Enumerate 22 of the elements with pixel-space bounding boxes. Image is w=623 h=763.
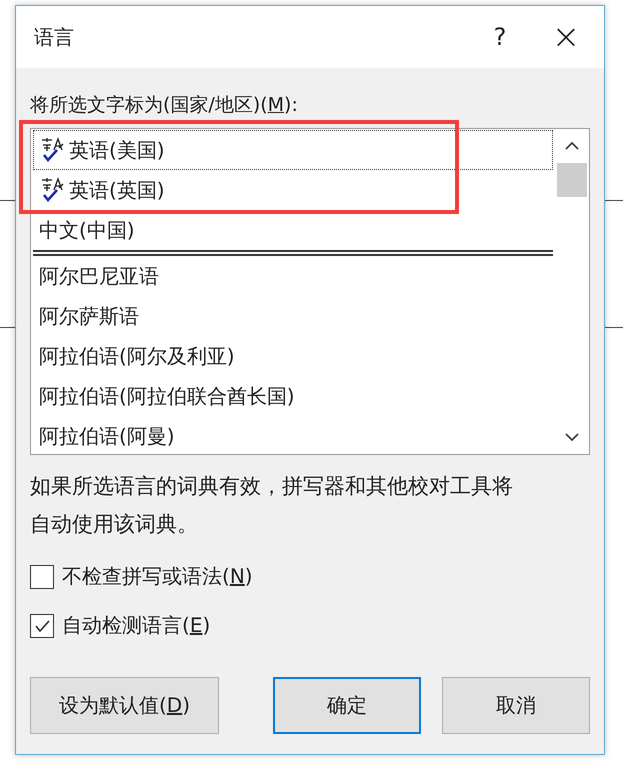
dialog-button[interactable]: 取消 — [442, 677, 590, 734]
language-item[interactable]: 阿尔巴尼亚语 — [33, 256, 553, 296]
checkbox-label[interactable]: 自动检测语言(E) — [62, 612, 210, 639]
window-title: 语言 — [34, 24, 75, 50]
language-item[interactable]: 阿拉伯语(阿拉伯联合酋长国) — [33, 376, 553, 416]
language-item[interactable]: 英语(美国) — [33, 130, 553, 170]
description-text: 如果所选语言的词典有效，拼写器和其他校对工具将自动使用该词典。 — [30, 473, 514, 538]
close-button[interactable]: × — [542, 17, 590, 57]
language-item[interactable]: 英语(英国) — [33, 170, 553, 210]
dialog-button[interactable]: 设为默认值(D) — [30, 677, 219, 734]
dialog-button[interactable]: 确定 — [273, 677, 421, 734]
checkbox-label[interactable]: 不检查拼写或语法(N) — [62, 563, 253, 590]
checkbox[interactable] — [30, 564, 54, 588]
help-button[interactable]: ? — [476, 17, 524, 57]
language-item[interactable]: 中文(中国) — [33, 210, 553, 250]
language-item[interactable]: 阿拉伯语(阿曼) — [33, 416, 553, 454]
scroll-thumb[interactable] — [557, 163, 587, 197]
language-item[interactable]: 阿尔萨斯语 — [33, 296, 553, 336]
checkbox[interactable] — [30, 614, 54, 638]
language-item[interactable]: 阿拉伯语(阿尔及利亚) — [33, 336, 553, 376]
language-list[interactable]: 英语(美国) 英语(英国) 中文(中国) 阿尔巴尼亚语 阿尔萨斯语 阿拉伯语(阿尔及利亚) 阿拉伯语(阿拉伯联合酋长国) 阿拉伯语(阿曼) — [30, 128, 590, 455]
list-label: 将所选文字标为(国家/地区)(M): — [30, 93, 299, 118]
